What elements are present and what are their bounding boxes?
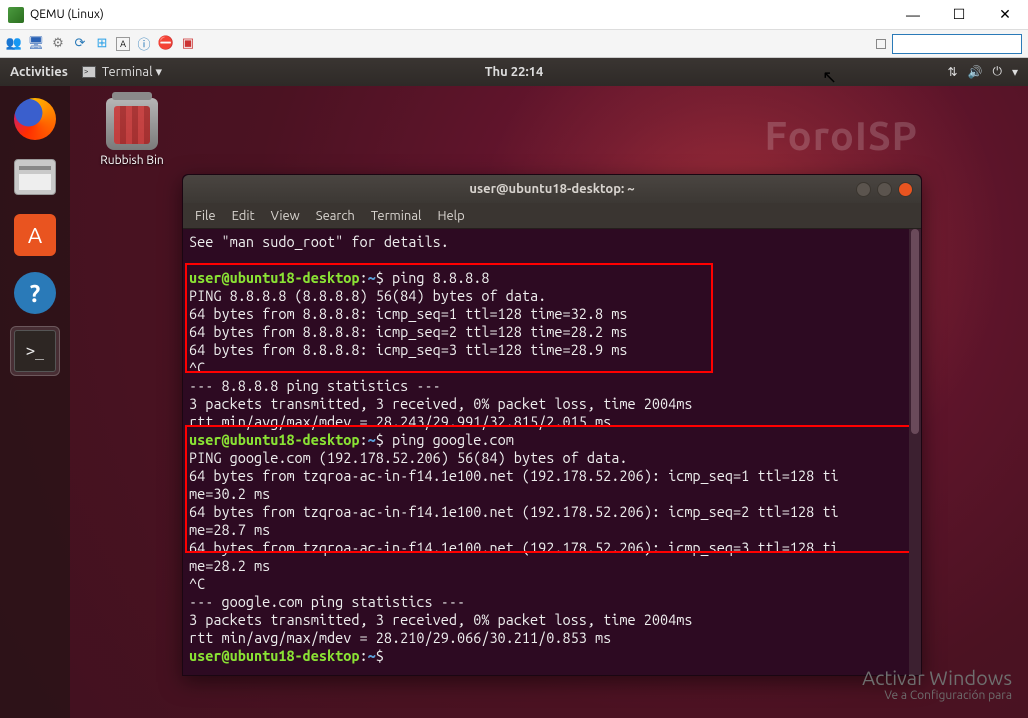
windows-icon[interactable]: ⊞ xyxy=(94,36,110,52)
host-minimize-button[interactable]: — xyxy=(890,0,936,30)
desktop-trash-label: Rubbish Bin xyxy=(90,154,174,167)
host-window-titlebar: QEMU (Linux) — ☐ ✕ xyxy=(0,0,1028,30)
volume-icon[interactable]: 🔊 xyxy=(968,65,983,79)
activate-line2: Ve a Configuración para xyxy=(862,689,1012,702)
ping-1-output: PING 8.8.8.8 (8.8.8.8) 56(84) bytes of d… xyxy=(189,287,627,376)
dock-firefox[interactable] xyxy=(10,94,60,144)
prompt-1-user: user@ubuntu18-desktop xyxy=(189,269,360,286)
prompt-2-user: user@ubuntu18-desktop xyxy=(189,431,360,448)
network-icon[interactable]: ⇅ xyxy=(947,65,957,79)
monitor-icon[interactable]: 🖥 xyxy=(28,36,44,52)
terminal-maximize-button[interactable] xyxy=(877,182,892,197)
desktop-trash[interactable]: Rubbish Bin xyxy=(90,98,174,167)
clock[interactable]: Thu 22:14 xyxy=(485,65,544,79)
appmenu-terminal[interactable]: Terminal ▾ xyxy=(82,65,162,80)
menu-file[interactable]: File xyxy=(195,209,216,223)
host-close-button[interactable]: ✕ xyxy=(982,0,1028,30)
terminal-body[interactable]: See "man sudo_root" for details. user@ub… xyxy=(183,229,921,675)
menu-terminal[interactable]: Terminal xyxy=(371,209,422,223)
info-icon[interactable]: ⓘ xyxy=(136,36,152,52)
dock-software[interactable]: A xyxy=(10,210,60,260)
terminal-minimize-button[interactable] xyxy=(856,182,871,197)
terminal-menubar: File Edit View Search Terminal Help xyxy=(183,203,921,229)
keyboard-a-icon[interactable]: A xyxy=(116,37,130,51)
terminal-window[interactable]: user@ubuntu18-desktop: ~ File Edit View … xyxy=(182,174,922,676)
terminal-scrollbar[interactable] xyxy=(909,229,921,675)
trash-icon xyxy=(106,98,158,150)
scrollbar-thumb[interactable] xyxy=(911,229,919,434)
menu-help[interactable]: Help xyxy=(437,209,464,223)
prompt-2-cmd: ping google.com xyxy=(392,431,514,448)
menu-view[interactable]: View xyxy=(271,209,300,223)
terminal-intro: See "man sudo_root" for details. xyxy=(189,233,449,250)
menu-edit[interactable]: Edit xyxy=(232,209,255,223)
firefox-icon xyxy=(14,98,56,140)
terminal-appmenu-icon xyxy=(82,66,96,78)
software-center-icon: A xyxy=(14,214,56,256)
power-icon[interactable]: ⏻ xyxy=(992,65,1002,79)
host-vm-toolbar: 👥 🖥 ⚙ ⟳ ⊞ A ⓘ ⛔ ▣ xyxy=(0,30,1028,58)
terminal-title: user@ubuntu18-desktop: ~ xyxy=(469,182,634,196)
files-icon xyxy=(14,159,56,195)
refresh-icon[interactable]: ⟳ xyxy=(72,36,88,52)
ubuntu-dock: A ? >_ xyxy=(0,86,70,718)
ping-2-output: PING google.com (192.178.52.206) 56(84) … xyxy=(189,449,839,592)
prompt-3-user: user@ubuntu18-desktop xyxy=(189,647,360,664)
qemu-icon xyxy=(8,7,24,23)
prompt-2-path: ~ xyxy=(368,431,376,448)
menu-search[interactable]: Search xyxy=(316,209,355,223)
ubuntu-top-bar: Activities Terminal ▾ Thu 22:14 ⇅ 🔊 ⏻ ▾ xyxy=(0,58,1028,86)
indicator-box xyxy=(876,39,886,49)
ping-1-stats: --- 8.8.8.8 ping statistics --- 3 packet… xyxy=(189,377,692,430)
prompt-1-path: ~ xyxy=(368,269,376,286)
ping-2-stats: --- google.com ping statistics --- 3 pac… xyxy=(189,593,692,646)
prompt-3-path: ~ xyxy=(368,647,376,664)
watermark-logo: ForoISP xyxy=(764,113,918,158)
terminal-icon: >_ xyxy=(14,330,56,372)
activities-button[interactable]: Activities xyxy=(10,65,68,79)
dock-terminal[interactable]: >_ xyxy=(10,326,60,376)
host-toolbar-textbox[interactable] xyxy=(892,34,1022,54)
appmenu-terminal-label: Terminal ▾ xyxy=(102,65,162,80)
terminal-close-button[interactable] xyxy=(898,182,913,197)
gear-icon[interactable]: ⚙ xyxy=(50,36,66,52)
close-window-icon[interactable]: ▣ xyxy=(180,36,196,52)
dock-help[interactable]: ? xyxy=(10,268,60,318)
prompt-1-cmd: ping 8.8.8.8 xyxy=(392,269,489,286)
users-icon[interactable]: 👥 xyxy=(6,36,22,52)
host-maximize-button[interactable]: ☐ xyxy=(936,0,982,30)
dock-files[interactable] xyxy=(10,152,60,202)
chevron-down-icon[interactable]: ▾ xyxy=(1012,65,1018,79)
help-icon: ? xyxy=(14,272,56,314)
stop-icon[interactable]: ⛔ xyxy=(158,36,174,52)
host-window-title: QEMU (Linux) xyxy=(30,8,104,21)
terminal-titlebar[interactable]: user@ubuntu18-desktop: ~ xyxy=(183,175,921,203)
